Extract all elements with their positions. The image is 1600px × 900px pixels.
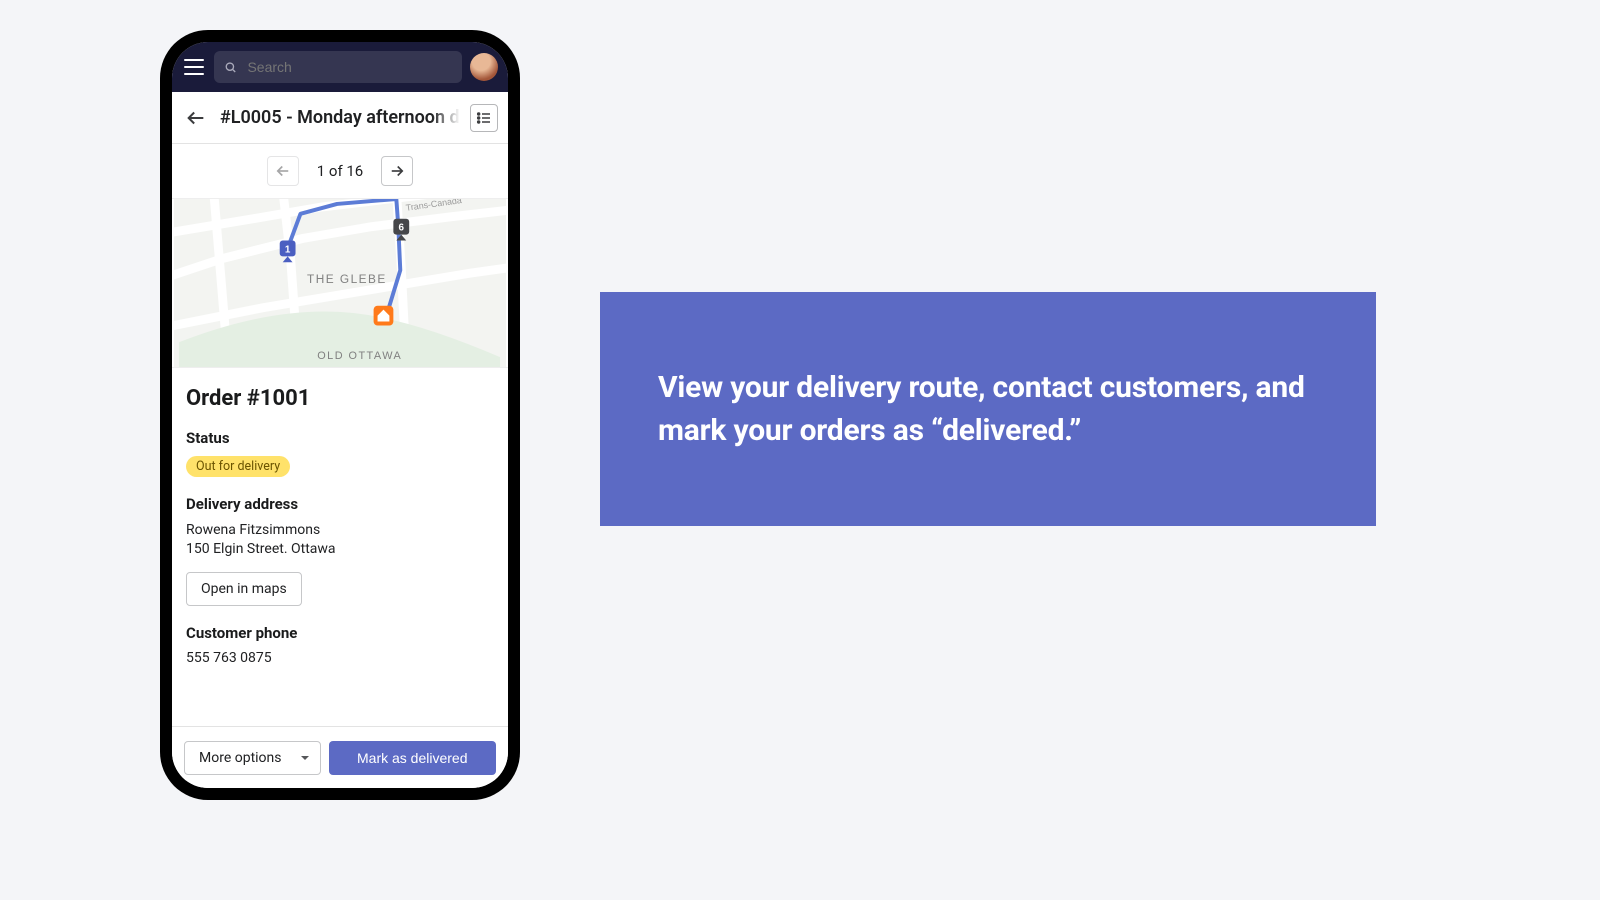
top-nav-bar (172, 42, 508, 92)
more-options-label: More options (199, 750, 282, 766)
map-label-old-ottawa: OLD OTTAWA (317, 350, 402, 362)
arrow-left-icon (185, 107, 207, 129)
pager-next-button[interactable] (381, 156, 413, 186)
mark-delivered-button[interactable]: Mark as delivered (329, 741, 497, 775)
map-label-glebe: THE GLEBE (307, 272, 387, 286)
customer-phone[interactable]: 555 763 0875 (186, 650, 494, 666)
caret-down-icon (300, 753, 310, 763)
arrow-right-icon (388, 162, 406, 180)
phone-section: Customer phone 555 763 0875 (186, 624, 494, 666)
phone-screen: #L0005 - Monday afternoon delivery 1 of … (172, 42, 508, 788)
map-marker-home (374, 306, 394, 326)
svg-text:6: 6 (399, 223, 405, 234)
open-in-maps-button[interactable]: Open in maps (186, 572, 302, 606)
search-input[interactable] (247, 59, 452, 75)
action-bar: More options Mark as delivered (172, 726, 508, 788)
address-line: 150 Elgin Street. Ottawa (186, 540, 494, 559)
phone-label: Customer phone (186, 624, 494, 642)
list-icon (476, 110, 492, 126)
pager-count: 1 of 16 (317, 162, 364, 180)
status-label: Status (186, 429, 494, 447)
address-label: Delivery address (186, 495, 494, 513)
map-svg: THE GLEBE OLD OTTAWA Trans-Canada 1 6 (172, 199, 508, 367)
customer-name: Rowena Fitzsimmons (186, 521, 494, 540)
promo-text: View your delivery route, contact custom… (658, 366, 1318, 453)
menu-icon[interactable] (182, 55, 206, 79)
search-input-wrapper[interactable] (214, 51, 462, 83)
status-section: Status Out for delivery (186, 429, 494, 477)
order-heading: Order #1001 (186, 386, 494, 411)
back-button[interactable] (182, 104, 210, 132)
status-badge: Out for delivery (186, 456, 290, 477)
phone-frame: #L0005 - Monday afternoon delivery 1 of … (160, 30, 520, 800)
svg-text:1: 1 (285, 244, 291, 255)
promo-banner: View your delivery route, contact custom… (600, 292, 1376, 526)
title-bar: #L0005 - Monday afternoon delivery (172, 92, 508, 144)
pager: 1 of 16 (172, 144, 508, 198)
search-icon (224, 60, 237, 75)
address-section: Delivery address Rowena Fitzsimmons 150 … (186, 495, 494, 606)
route-map[interactable]: THE GLEBE OLD OTTAWA Trans-Canada 1 6 (172, 198, 508, 368)
arrow-left-icon (274, 162, 292, 180)
more-options-button[interactable]: More options (184, 741, 321, 775)
order-details: Order #1001 Status Out for delivery Deli… (172, 368, 508, 726)
page-title: #L0005 - Monday afternoon delivery (220, 107, 460, 128)
avatar[interactable] (470, 53, 498, 81)
pager-prev-button[interactable] (267, 156, 299, 186)
list-view-button[interactable] (470, 104, 498, 132)
